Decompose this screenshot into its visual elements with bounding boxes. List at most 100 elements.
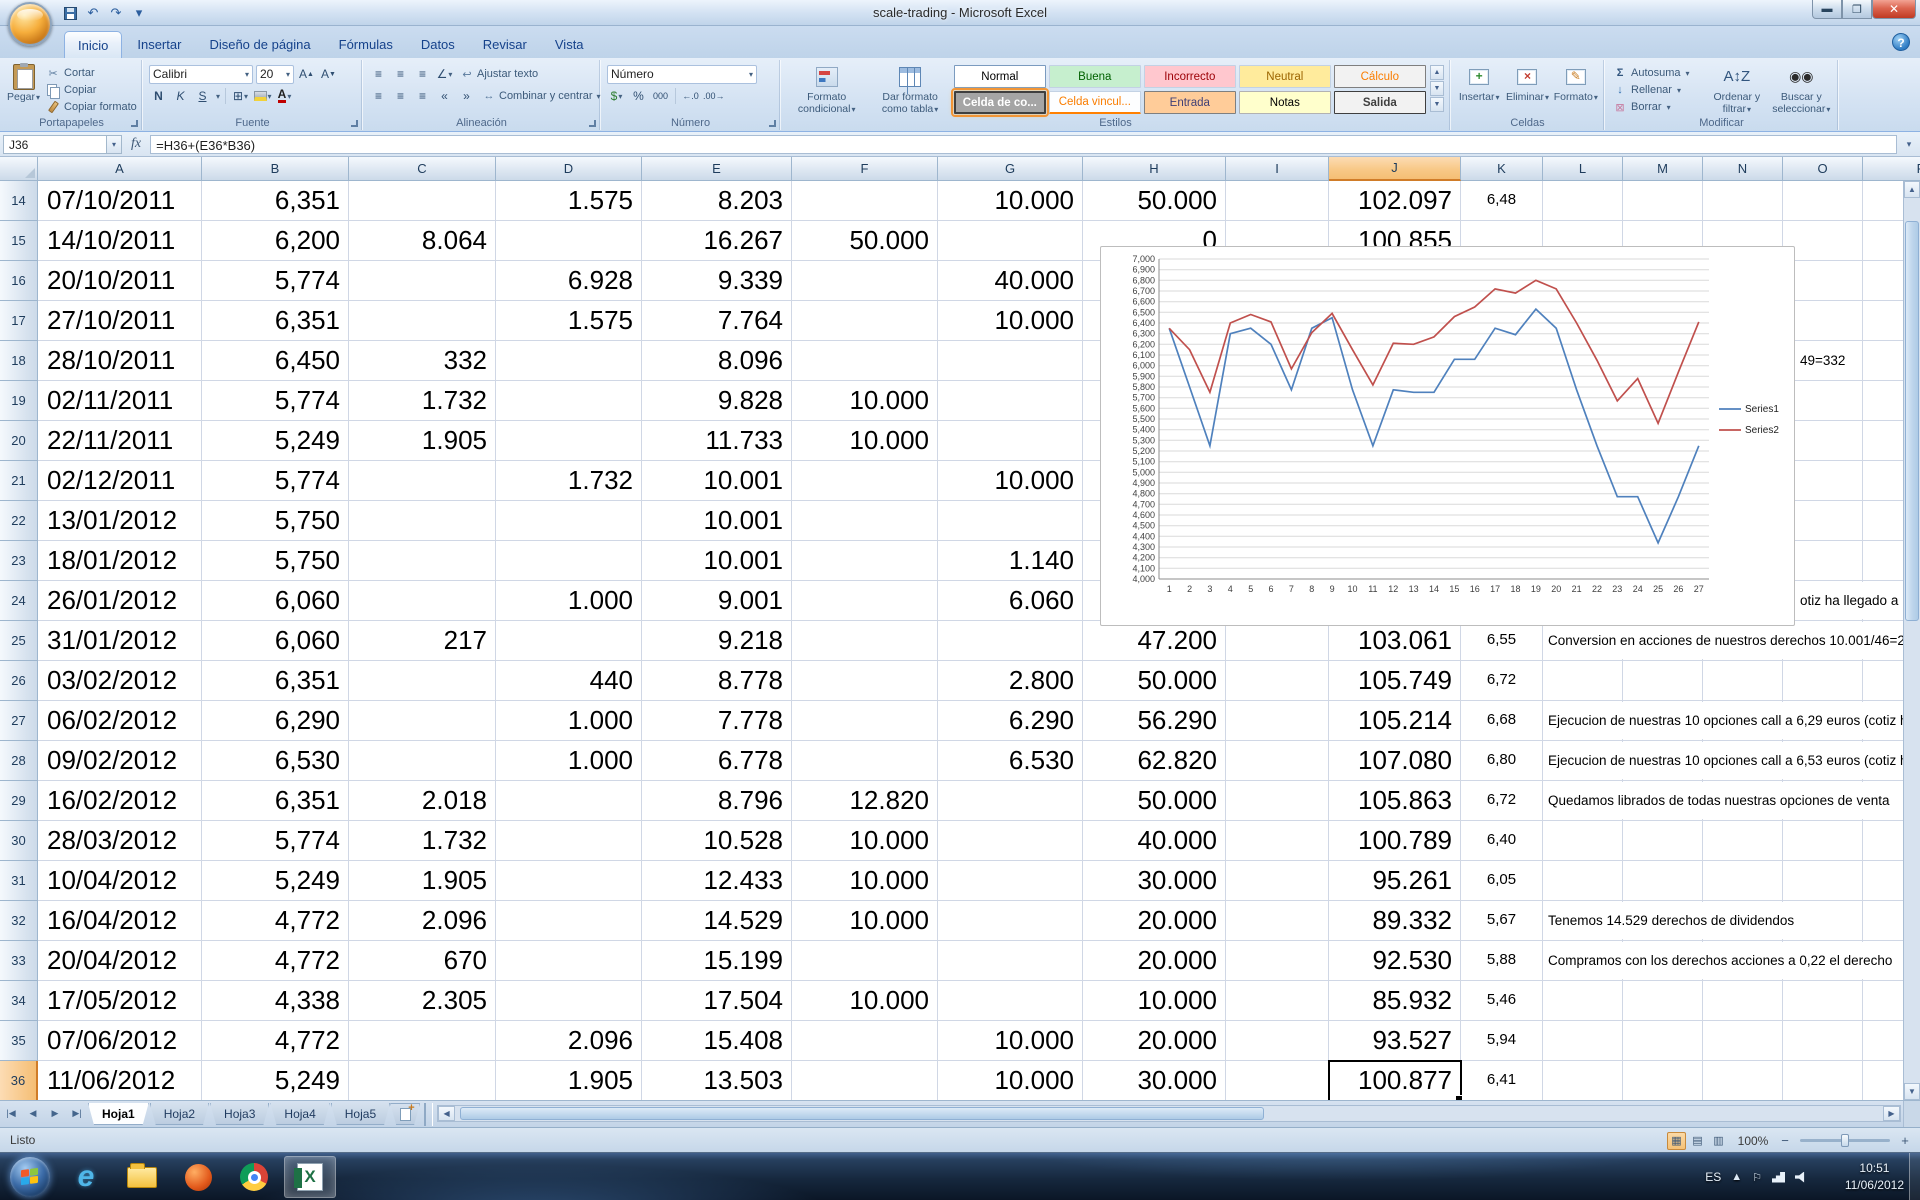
conditional-formatting-button[interactable]: Formato condicional▾: [787, 63, 866, 115]
row-header-18[interactable]: 18: [0, 341, 38, 381]
cell-F35[interactable]: [792, 1021, 938, 1061]
cell-D31[interactable]: [496, 861, 642, 901]
align-center-button[interactable]: ≡: [391, 87, 410, 106]
row-header-30[interactable]: 30: [0, 821, 38, 861]
close-button[interactable]: ✕: [1872, 0, 1916, 19]
cell-J35[interactable]: 93.527: [1329, 1021, 1461, 1061]
cell-A27[interactable]: 06/02/2012: [38, 701, 202, 741]
cell-style-normal[interactable]: Normal: [954, 65, 1046, 88]
cell-A31[interactable]: 10/04/2012: [38, 861, 202, 901]
cell-C21[interactable]: [349, 461, 496, 501]
cell-B18[interactable]: 6,450: [202, 341, 349, 381]
insert-function-button[interactable]: fx: [131, 136, 141, 152]
show-desktop-button[interactable]: [1909, 1153, 1920, 1200]
align-left-button[interactable]: ≡: [369, 87, 388, 106]
row-header-33[interactable]: 33: [0, 941, 38, 981]
percent-format-button[interactable]: %: [629, 87, 648, 106]
number-format-select[interactable]: Número▾: [607, 65, 757, 84]
cell-I25[interactable]: [1226, 621, 1329, 661]
cell-H27[interactable]: 56.290: [1083, 701, 1226, 741]
cell-J29[interactable]: 105.863: [1329, 781, 1461, 821]
format-cells-button[interactable]: ✎ Formato▾: [1554, 63, 1598, 115]
cell-O22[interactable]: [1783, 501, 1863, 541]
cell-I35[interactable]: [1226, 1021, 1329, 1061]
cell-E33[interactable]: 15.199: [642, 941, 792, 981]
cell-B16[interactable]: 5,774: [202, 261, 349, 301]
ribbon-tab-vista[interactable]: Vista: [542, 31, 597, 58]
row-header-32[interactable]: 32: [0, 901, 38, 941]
cell-O19[interactable]: [1783, 381, 1863, 421]
cell-J32[interactable]: 89.332: [1329, 901, 1461, 941]
cell-I14[interactable]: [1226, 181, 1329, 221]
cell-B14[interactable]: 6,351: [202, 181, 349, 221]
gallery-more-button[interactable]: ▼: [1430, 97, 1444, 112]
cell-L32[interactable]: Tenemos 14.529 derechos de dividendos: [1543, 901, 1623, 941]
bold-button[interactable]: N: [149, 87, 168, 106]
cell-D29[interactable]: [496, 781, 642, 821]
increase-decimal-button[interactable]: ←.0: [681, 87, 700, 106]
row-header-26[interactable]: 26: [0, 661, 38, 701]
ribbon-tab-revisar[interactable]: Revisar: [470, 31, 540, 58]
cell-I34[interactable]: [1226, 981, 1329, 1021]
cell-D21[interactable]: 1.732: [496, 461, 642, 501]
orientation-button[interactable]: ∠▾: [435, 65, 454, 84]
cell-E18[interactable]: 8.096: [642, 341, 792, 381]
cell-C27[interactable]: [349, 701, 496, 741]
sheet-nav-button-3[interactable]: ▶|: [66, 1104, 88, 1123]
cell-H35[interactable]: 20.000: [1083, 1021, 1226, 1061]
cell-B36[interactable]: 5,249: [202, 1061, 349, 1100]
column-header-M[interactable]: M: [1623, 157, 1703, 181]
paste-button[interactable]: Pegar▾: [7, 63, 40, 115]
cell-A21[interactable]: 02/12/2011: [38, 461, 202, 501]
font-size-select[interactable]: 20▾: [256, 65, 294, 84]
cell-C15[interactable]: 8.064: [349, 221, 496, 261]
cell-I28[interactable]: [1226, 741, 1329, 781]
cell-N30[interactable]: [1703, 821, 1783, 861]
row-header-22[interactable]: 22: [0, 501, 38, 541]
cell-H30[interactable]: 40.000: [1083, 821, 1226, 861]
cell-K14[interactable]: 6,48: [1461, 181, 1543, 221]
cell-M35[interactable]: [1623, 1021, 1703, 1061]
format-painter-button[interactable]: Copiar formato: [44, 99, 139, 115]
cell-O16[interactable]: [1783, 261, 1863, 301]
cell-C16[interactable]: [349, 261, 496, 301]
row-header-19[interactable]: 19: [0, 381, 38, 421]
font-name-select[interactable]: Calibri▾: [149, 65, 253, 84]
cell-C23[interactable]: [349, 541, 496, 581]
italic-button[interactable]: K: [171, 87, 190, 106]
cell-F31[interactable]: 10.000: [792, 861, 938, 901]
cell-C29[interactable]: 2.018: [349, 781, 496, 821]
cell-F29[interactable]: 12.820: [792, 781, 938, 821]
cell-C14[interactable]: [349, 181, 496, 221]
cell-E23[interactable]: 10.001: [642, 541, 792, 581]
cell-J30[interactable]: 100.789: [1329, 821, 1461, 861]
cell-K29[interactable]: 6,72: [1461, 781, 1543, 821]
cell-F19[interactable]: 10.000: [792, 381, 938, 421]
cell-D20[interactable]: [496, 421, 642, 461]
cell-H36[interactable]: 30.000: [1083, 1061, 1226, 1100]
cell-C34[interactable]: 2.305: [349, 981, 496, 1021]
row-header-24[interactable]: 24: [0, 581, 38, 621]
sheet-tab-hoja1[interactable]: Hoja1: [88, 1103, 149, 1125]
quick-access-dropdown-icon[interactable]: ▾: [129, 3, 149, 23]
cell-G26[interactable]: 2.800: [938, 661, 1083, 701]
cell-O30[interactable]: [1783, 821, 1863, 861]
cell-D33[interactable]: [496, 941, 642, 981]
cell-E17[interactable]: 7.764: [642, 301, 792, 341]
ribbon-tab-diseño-de-página[interactable]: Diseño de página: [196, 31, 323, 58]
cell-D22[interactable]: [496, 501, 642, 541]
cell-E21[interactable]: 10.001: [642, 461, 792, 501]
format-as-table-button[interactable]: Dar formato como tabla▾: [870, 63, 949, 115]
cell-L26[interactable]: [1543, 661, 1623, 701]
cell-L25[interactable]: Conversion en acciones de nuestros derec…: [1543, 621, 1623, 661]
sheet-nav-button-2[interactable]: ▶: [44, 1104, 66, 1123]
zoom-level[interactable]: 100%: [1736, 1134, 1770, 1148]
cell-L28[interactable]: Ejecucion de nuestras 10 opciones call a…: [1543, 741, 1623, 781]
cell-G15[interactable]: [938, 221, 1083, 261]
cell-J26[interactable]: 105.749: [1329, 661, 1461, 701]
cell-M34[interactable]: [1623, 981, 1703, 1021]
cell-F32[interactable]: 10.000: [792, 901, 938, 941]
cell-L30[interactable]: [1543, 821, 1623, 861]
cell-F14[interactable]: [792, 181, 938, 221]
cell-D25[interactable]: [496, 621, 642, 661]
